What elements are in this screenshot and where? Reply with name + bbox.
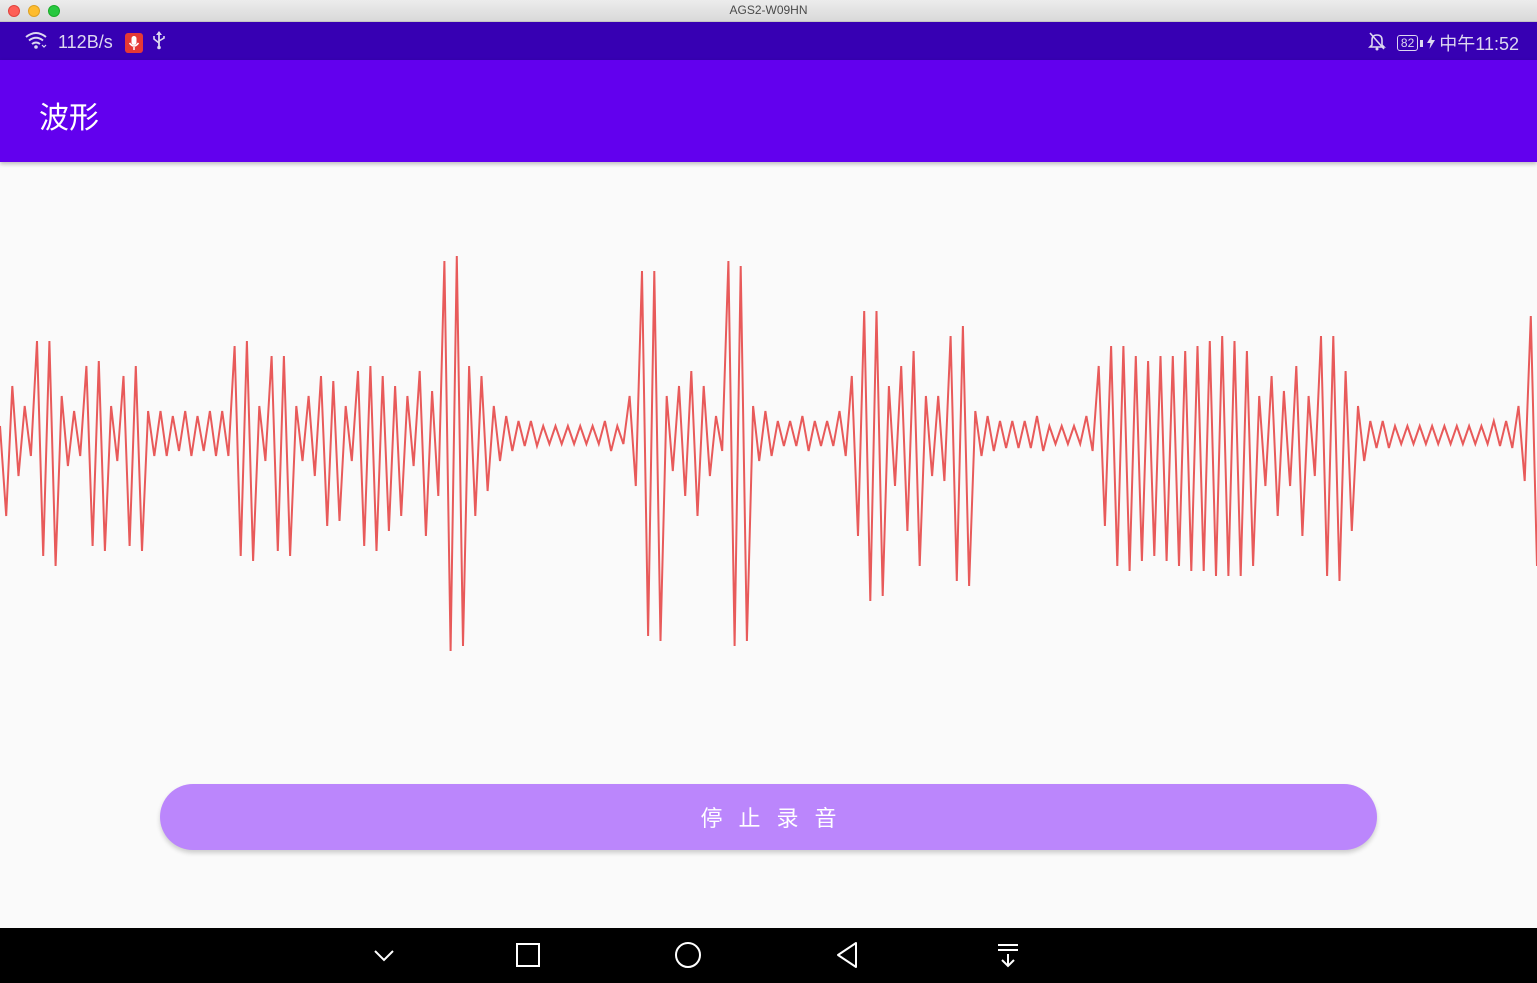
notification-pulldown-icon[interactable] [993, 940, 1023, 970]
recents-square-icon[interactable] [513, 940, 543, 970]
page-title: 波形 [39, 101, 99, 136]
status-clock: 中午11:52 [1439, 34, 1519, 54]
waveform-line [0, 255, 1537, 652]
battery-icon: 82 [1396, 35, 1419, 51]
navigation-bar [0, 928, 1537, 983]
wifi-icon [24, 30, 48, 55]
window-titlebar: AGS2-W09HN [0, 0, 1537, 22]
charging-icon [1427, 33, 1436, 54]
app-bar: 波形 [0, 60, 1537, 162]
battery-tip [1420, 39, 1424, 47]
collapse-chevron-icon[interactable] [369, 940, 399, 970]
waveform-panel [0, 163, 1537, 763]
mute-bell-icon [1367, 31, 1387, 56]
home-circle-icon[interactable] [673, 940, 703, 970]
mic-icon [124, 32, 143, 53]
waveform-chart [0, 255, 1537, 652]
status-bar: 112B/s 82 中午11:52 [0, 22, 1537, 60]
back-triangle-icon[interactable] [833, 940, 863, 970]
stop-recording-button[interactable]: 停止录音 [160, 784, 1377, 850]
usb-icon [151, 30, 167, 55]
network-speed: 112B/s [58, 32, 113, 52]
window-title: AGS2-W09HN [729, 3, 808, 17]
